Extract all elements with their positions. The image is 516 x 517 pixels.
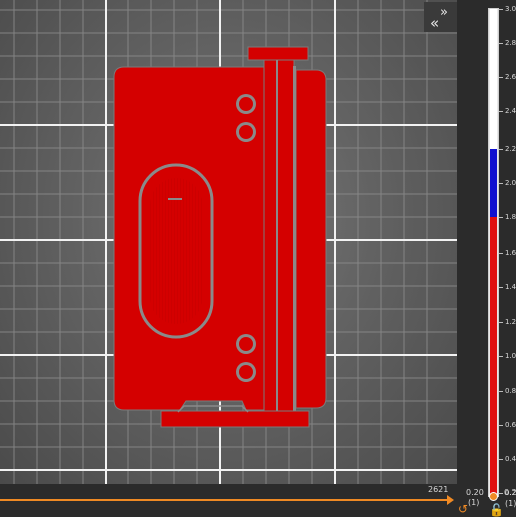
model-right-panel	[295, 69, 327, 409]
move-left-value: 0.20	[466, 488, 484, 497]
move-slider-handle[interactable]	[447, 495, 454, 505]
layer-tick: 0.6	[498, 421, 516, 429]
move-left-index: (1)	[468, 498, 480, 507]
move-slider-track[interactable]	[0, 499, 452, 501]
layer-tick: 0.8	[498, 387, 516, 395]
undo-icon[interactable]: ↺	[458, 503, 468, 515]
expand-icon: »	[440, 5, 448, 20]
model-top-tab	[247, 46, 309, 61]
layer-tick: 1.4	[498, 283, 516, 291]
layer-tick: 0.4	[498, 455, 516, 463]
layer-tick: 1.8	[498, 213, 516, 221]
layer-tick: 2.6	[498, 73, 516, 81]
layer-tick: 3.0	[498, 5, 516, 13]
layer-lower-value: (1)	[505, 499, 516, 508]
layer-range-upper	[490, 9, 497, 149]
3d-viewport[interactable]: « »	[0, 0, 457, 484]
layer-slider-lower-handle[interactable]	[489, 492, 498, 501]
layer-tick: 2.8	[498, 39, 516, 47]
layer-tick: 1.6	[498, 249, 516, 257]
collapse-sidebar-button[interactable]: « »	[424, 2, 457, 32]
layer-range-lower	[490, 217, 497, 495]
layer-lower-value-text: 0.20	[504, 488, 516, 497]
move-count-label: 2621	[428, 485, 449, 494]
layer-range-selected	[490, 149, 497, 217]
lock-icon[interactable]: 🔓	[489, 504, 504, 516]
model-vertical-strip	[263, 59, 295, 416]
layer-tick: 2.2	[498, 145, 516, 153]
sliced-model-preview	[113, 46, 327, 428]
layer-tick: 1.2	[498, 318, 516, 326]
collapse-sidebar-icon: «	[430, 14, 439, 32]
layer-tick: 1.0	[498, 352, 516, 360]
layer-tick: 2.0	[498, 179, 516, 187]
model-bottom-tab	[160, 410, 310, 428]
layer-tick: 2.4	[498, 107, 516, 115]
